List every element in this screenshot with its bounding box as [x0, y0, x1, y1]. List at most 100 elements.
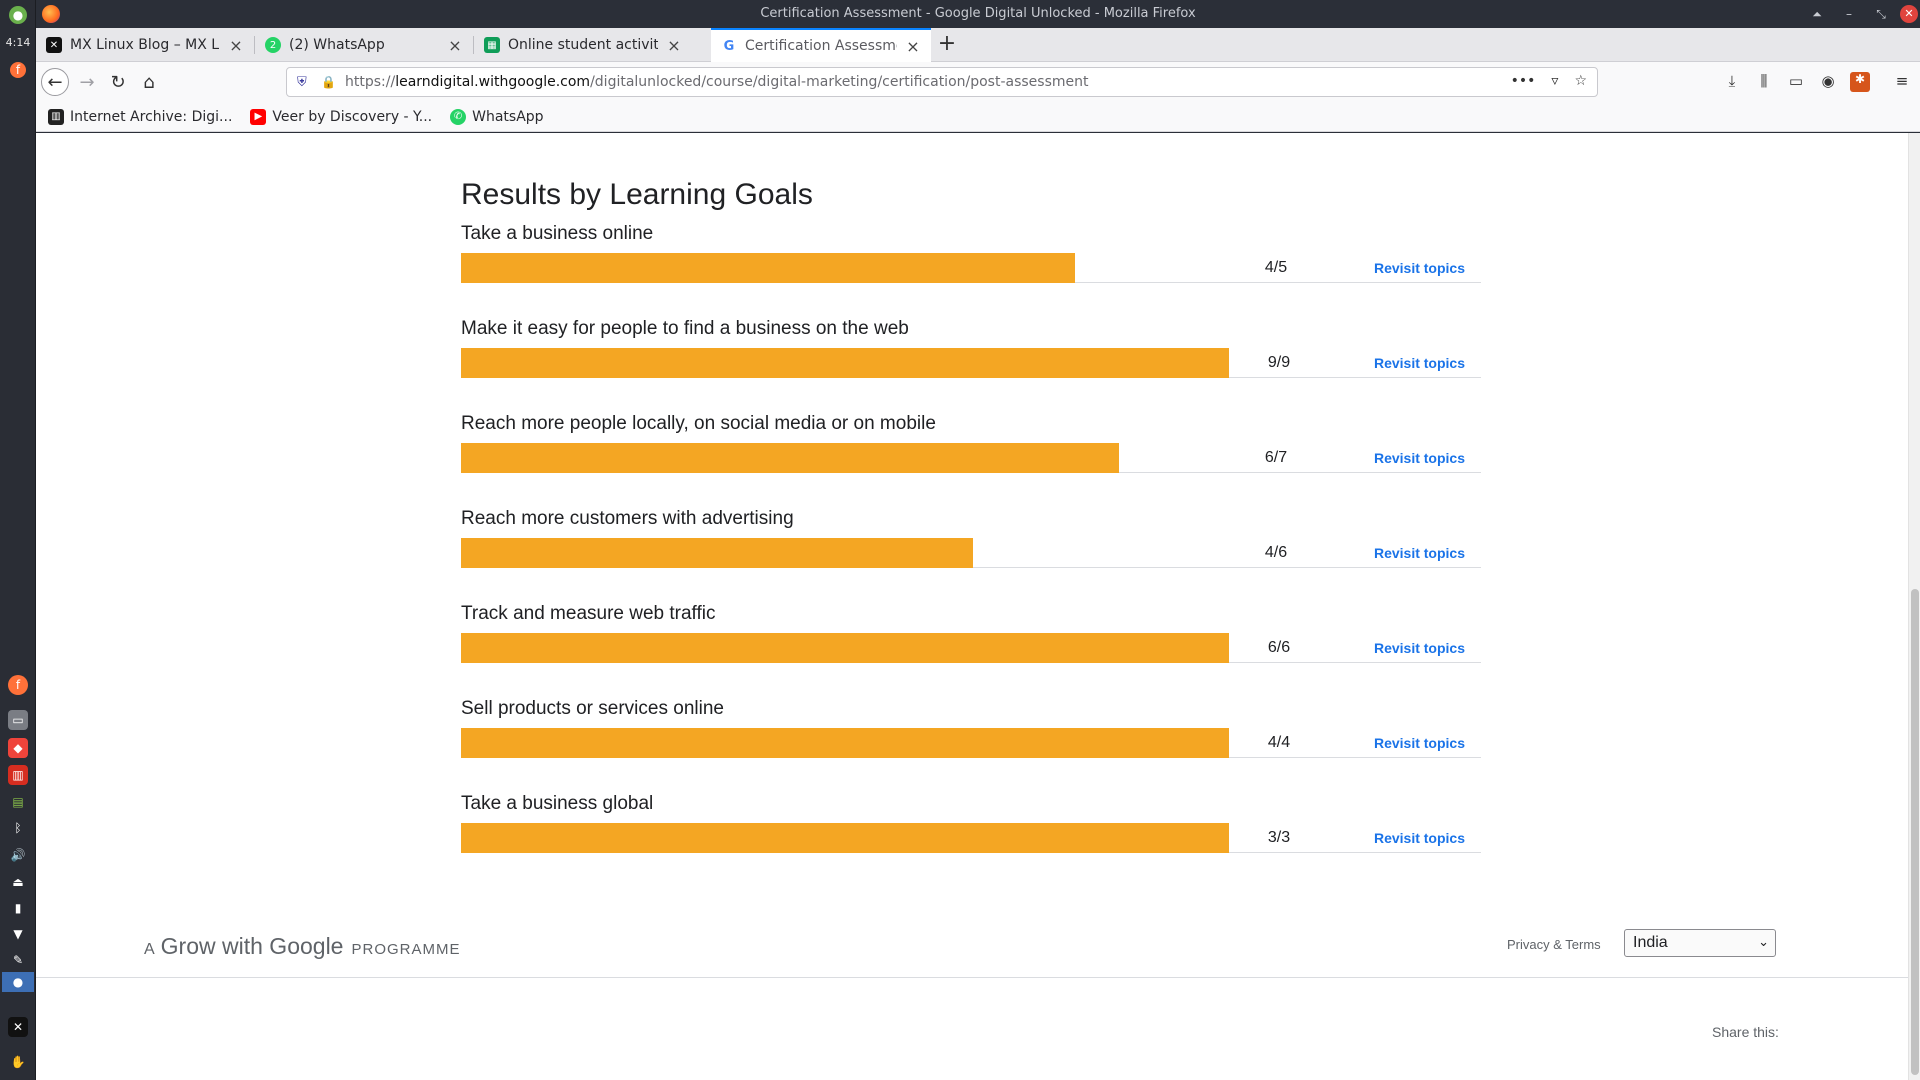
whatsapp-icon: 2: [265, 37, 281, 53]
bookmark-star-icon[interactable]: ☆: [1574, 73, 1587, 89]
scrollbar-thumb[interactable]: [1911, 589, 1919, 1075]
goal-progress-track: [461, 443, 1481, 473]
web-page: Results by Learning Goals Take a busines…: [36, 133, 1920, 1080]
menu-icon[interactable]: ≡: [1892, 72, 1912, 92]
maximize-button[interactable]: ⤡: [1872, 5, 1890, 23]
share-label: Share this:: [1712, 1024, 1779, 1040]
anydesk-icon[interactable]: ◆: [8, 738, 28, 758]
library-icon[interactable]: ⫼: [1754, 72, 1774, 92]
goal-progress-track: [461, 823, 1481, 853]
archive-icon: ▥: [48, 108, 64, 125]
network-icon[interactable]: ▤: [8, 792, 28, 812]
revisit-topics-link[interactable]: Revisit topics: [1374, 640, 1465, 656]
goal-row: Reach more people locally, on social med…: [461, 413, 1481, 493]
goal-row: Take a business global 3/3 Revisit topics: [461, 793, 1481, 873]
goal-row: Sell products or services online 4/4 Revis…: [461, 698, 1481, 778]
goal-score: 3/3: [1267, 829, 1291, 846]
firefox-taskbar-icon[interactable]: f: [8, 675, 28, 695]
bookmark-label: WhatsApp: [472, 108, 544, 125]
tab-label: Certification Assessment: [745, 38, 897, 54]
country-value: India: [1633, 934, 1668, 951]
reload-button[interactable]: ↻: [104, 68, 132, 96]
goal-score: 6/7: [1264, 449, 1288, 466]
tab-online-student-activities[interactable]: ▦ Online student activities ×: [474, 28, 692, 62]
app-grid-icon[interactable]: ▥: [8, 765, 28, 785]
logout-icon[interactable]: ✋: [8, 1052, 28, 1072]
sidebar-icon[interactable]: ▭: [1786, 72, 1806, 92]
revisit-topics-link[interactable]: Revisit topics: [1374, 355, 1465, 371]
home-button[interactable]: ⌂: [135, 68, 163, 96]
bookmarks-toolbar: ▥ Internet Archive: Digi... ▶ Veer by Di…: [36, 102, 1920, 132]
goal-progress-bar: [461, 348, 1229, 378]
close-tab-icon[interactable]: ×: [666, 36, 682, 55]
goal-progress-bar: [461, 443, 1119, 473]
revisit-topics-link[interactable]: Revisit topics: [1374, 735, 1465, 751]
downloads-icon[interactable]: ⤓: [1722, 72, 1742, 92]
bluetooth-icon[interactable]: ᛒ: [8, 818, 28, 838]
revisit-topics-link[interactable]: Revisit topics: [1374, 450, 1465, 466]
privacy-terms-link[interactable]: Privacy & Terms: [1507, 937, 1601, 952]
grow-programme: PROGRAMME: [351, 941, 461, 958]
page-actions-icon[interactable]: •••: [1511, 73, 1536, 89]
goal-progress-bar: [461, 538, 973, 568]
tab-certification-assessment[interactable]: G Certification Assessment ×: [711, 28, 931, 62]
address-bar[interactable]: ⛨ 🔒 https://learndigital.withgoogle.com/…: [286, 67, 1598, 97]
firefox-launcher-icon[interactable]: f: [10, 62, 26, 78]
wifi-icon[interactable]: ▼: [8, 924, 28, 944]
tab-mx-linux[interactable]: ✕ MX Linux Blog – MX Linu ×: [36, 28, 254, 62]
goal-row: Reach more customers with advertising 4/6…: [461, 508, 1481, 588]
firefox-active-icon[interactable]: ●: [2, 972, 34, 992]
revisit-topics-link[interactable]: Revisit topics: [1374, 260, 1465, 276]
bookmark-label: Veer by Discovery - Y...: [272, 108, 433, 125]
tab-label: (2) WhatsApp: [289, 37, 385, 53]
goal-name: Make it easy for people to find a busine…: [461, 318, 909, 339]
close-tab-icon[interactable]: ×: [905, 37, 921, 56]
goal-row: Track and measure web traffic 6/6 Revisit …: [461, 603, 1481, 683]
bookmark-internet-archive[interactable]: ▥ Internet Archive: Digi...: [48, 108, 232, 125]
goal-score: 6/6: [1267, 639, 1291, 656]
revisit-topics-link[interactable]: Revisit topics: [1374, 830, 1465, 846]
tab-label: Online student activities: [508, 37, 658, 53]
goal-name: Reach more customers with advertising: [461, 508, 794, 529]
system-panel: ● 4:14 f f ▭ ◆ ▥ ▤ ᛒ 🔊 ⏏ ▮ ▼ ✎ ● ✕ ✋: [0, 0, 36, 1080]
goal-score: 4/5: [1264, 259, 1288, 276]
goal-score: 4/6: [1264, 544, 1288, 561]
goal-progress-bar: [461, 633, 1229, 663]
forward-button[interactable]: →: [73, 68, 101, 96]
grow-with-google-logo[interactable]: A Grow with Google PROGRAMME: [144, 933, 461, 960]
new-tab-button[interactable]: +: [934, 32, 960, 58]
clipboard-icon[interactable]: ▮: [8, 898, 28, 918]
google-icon: G: [721, 38, 737, 54]
extension-icon[interactable]: ✱: [1850, 72, 1870, 92]
revisit-topics-link[interactable]: Revisit topics: [1374, 545, 1465, 561]
bookmark-veer-by-discovery[interactable]: ▶ Veer by Discovery - Y...: [250, 108, 433, 125]
volume-icon[interactable]: 🔊: [8, 845, 28, 865]
mx-menu-icon[interactable]: ●: [9, 6, 27, 24]
close-tab-icon[interactable]: ×: [447, 36, 463, 55]
close-tab-icon[interactable]: ×: [228, 36, 244, 55]
goal-progress-track: [461, 538, 1481, 568]
back-button[interactable]: ←: [41, 68, 69, 96]
files-icon[interactable]: ▭: [8, 710, 28, 730]
eject-icon[interactable]: ⏏: [8, 872, 28, 892]
goal-score: 9/9: [1267, 354, 1291, 371]
minimize-button[interactable]: –: [1840, 5, 1858, 23]
x-logo-icon: ✕: [46, 37, 62, 53]
goal-score: 4/4: [1267, 734, 1291, 751]
url-text[interactable]: https://learndigital.withgoogle.com/digi…: [345, 74, 1089, 90]
tab-whatsapp[interactable]: 2 (2) WhatsApp ×: [255, 28, 473, 62]
paperclip-icon[interactable]: ✎: [8, 950, 28, 970]
lock-icon[interactable]: 🔒: [321, 75, 336, 89]
country-select[interactable]: India ⌄: [1624, 929, 1776, 957]
chevron-down-icon: ⌄: [1758, 934, 1769, 949]
account-icon[interactable]: ◉: [1818, 72, 1838, 92]
goal-progress-track: [461, 728, 1481, 758]
goal-progress-track: [461, 633, 1481, 663]
pocket-icon[interactable]: ▿: [1551, 73, 1558, 89]
mx-logo-icon[interactable]: ✕: [8, 1017, 28, 1037]
shade-button[interactable]: ⏶: [1808, 5, 1826, 23]
tracking-shield-icon[interactable]: ⛨: [297, 75, 311, 90]
close-window-button[interactable]: ✕: [1900, 5, 1918, 23]
page-scrollbar[interactable]: [1908, 133, 1920, 1080]
bookmark-whatsapp[interactable]: ✆ WhatsApp: [450, 108, 544, 125]
